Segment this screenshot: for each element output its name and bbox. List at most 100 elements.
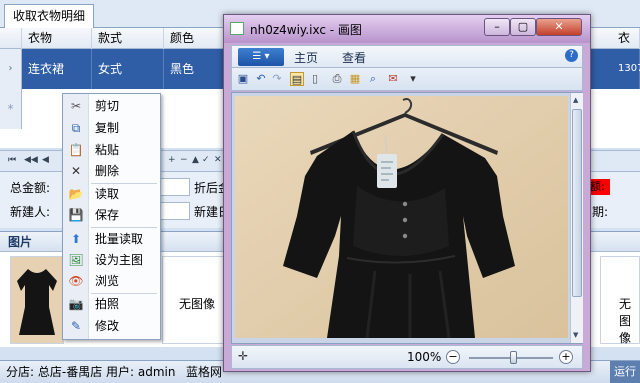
dress-thumbnail-image	[11, 257, 63, 343]
total-amount-label: 总金额:	[10, 181, 51, 195]
column-header-style[interactable]: 款式	[92, 28, 164, 49]
zoom-in-button[interactable]: +	[559, 350, 573, 364]
zoom-level: 100%	[407, 350, 442, 364]
zoom-out-button[interactable]: −	[446, 350, 460, 364]
help-icon[interactable]: ?	[565, 49, 578, 62]
zoom-slider-thumb[interactable]	[510, 351, 517, 364]
picture-slot-3[interactable]: 无图像	[600, 256, 640, 345]
scroll-up-icon[interactable]: ▲	[573, 96, 578, 104]
save-icon: 💾	[68, 208, 84, 222]
cut-icon: ✂	[70, 99, 82, 113]
vertical-scrollbar[interactable]: ▲ ▼	[570, 93, 583, 343]
ribbon-tab-bar: ☰ ▾ 主页 查看 ?	[231, 45, 583, 67]
menu-item-load[interactable]: 📂 读取	[63, 184, 160, 204]
paint-canvas-area[interactable]: ▲ ▼	[231, 92, 583, 344]
nav-up-button[interactable]: ▲	[192, 155, 199, 165]
open-folder-icon: 📂	[68, 187, 84, 201]
camera-icon: 📷	[68, 297, 84, 311]
row-indicator-icon: ›	[0, 49, 22, 89]
menu-item-label: 剪切	[95, 99, 120, 113]
menu-item-save[interactable]: 💾 保存	[63, 205, 160, 225]
scroll-down-icon[interactable]: ▼	[573, 331, 578, 339]
paint-app-icon[interactable]	[230, 22, 244, 35]
paste-icon: 📋	[68, 143, 84, 157]
new-document-icon[interactable]: ▯	[308, 72, 322, 86]
quick-access-toolbar: ▣ ↶ ↷ ▤ ▯ ⎙ ▦ ⌕ ✉ ▾	[231, 67, 583, 91]
menu-item-label: 粘贴	[95, 143, 120, 157]
menu-item-label: 删除	[95, 164, 120, 178]
tab-received-clothes[interactable]: 收取衣物明细	[4, 4, 95, 28]
scrollbar-thumb[interactable]	[572, 109, 582, 297]
status-user: 用户: admin	[106, 365, 176, 379]
print-icon[interactable]: ⎙	[330, 72, 344, 86]
print-preview-icon[interactable]: ⌕	[366, 72, 380, 86]
palette-icon[interactable]: ▤	[290, 72, 304, 86]
nav-remove-button[interactable]: −	[180, 155, 188, 165]
menu-item-label: 修改	[95, 319, 120, 333]
creator-field[interactable]	[160, 202, 190, 220]
new-row-indicator[interactable]: *	[0, 89, 22, 129]
paint-window-title: nh0z4wiy.ixc - 画图	[250, 23, 362, 37]
cell-extra[interactable]: 1307	[612, 49, 640, 89]
tab-home[interactable]: 主页	[294, 49, 318, 66]
nav-confirm-button[interactable]: ✓	[202, 155, 210, 165]
status-running: 运行	[610, 361, 640, 383]
creator-label: 新建人:	[10, 205, 51, 219]
paint-titlebar[interactable]: nh0z4wiy.ixc - 画图 – ▢ ✕	[224, 15, 590, 43]
menu-item-edit[interactable]: ✎ 修改	[63, 316, 160, 336]
email-icon[interactable]: ✉	[386, 72, 400, 86]
menu-item-cut[interactable]: ✂ 剪切	[63, 96, 160, 116]
menu-item-label: 拍照	[95, 297, 120, 311]
insert-image-icon[interactable]: ▦	[348, 72, 362, 86]
menu-item-batch-load[interactable]: ⬆ 批量读取	[63, 229, 160, 249]
close-button[interactable]: ✕	[536, 18, 582, 36]
batch-load-icon: ⬆	[70, 232, 82, 246]
total-amount-field[interactable]	[160, 178, 190, 196]
nav-prev-page-button[interactable]: ◀◀	[24, 155, 38, 165]
menu-item-paste[interactable]: 📋 粘贴	[63, 140, 160, 160]
menu-item-copy[interactable]: ⧉ 复制	[63, 118, 160, 138]
paint-status-bar: ✛ 100% − +	[231, 345, 583, 369]
menu-item-view[interactable]: 👁 浏览	[63, 271, 160, 291]
minimize-button[interactable]: –	[484, 18, 510, 36]
dress-photo[interactable]	[235, 96, 568, 338]
tab-view[interactable]: 查看	[342, 49, 366, 66]
picture-slot-2[interactable]: 无图像	[162, 256, 232, 344]
customize-toolbar-icon[interactable]: ▾	[406, 72, 420, 86]
menu-item-take-photo[interactable]: 📷 拍照	[63, 294, 160, 314]
menu-item-label: 读取	[95, 187, 120, 201]
cell-clothing[interactable]: 连衣裙	[22, 49, 92, 89]
image-context-menu: ✂ 剪切 ⧉ 复制 📋 粘贴 ✕ 删除 📂 读取 💾 保存 ⬆ 批量读取 🖼 设…	[62, 93, 161, 340]
delete-icon: ✕	[70, 164, 82, 178]
picture-thumbnail[interactable]	[10, 256, 64, 344]
no-image-label: 无图像	[179, 297, 216, 311]
menu-item-set-main-image[interactable]: 🖼 设为主图	[63, 250, 160, 270]
save-icon[interactable]: ▣	[236, 72, 250, 86]
cursor-position-icon: ✛	[238, 349, 249, 363]
paint-menu-button[interactable]: ☰ ▾	[238, 48, 284, 66]
status-company: 蓝格网	[186, 365, 223, 379]
set-main-image-icon: 🖼	[68, 253, 84, 267]
paint-window: nh0z4wiy.ixc - 画图 – ▢ ✕ ☰ ▾ 主页 查看 ? ▣ ↶ …	[223, 14, 591, 372]
menu-separator	[91, 227, 157, 228]
cell-style[interactable]: 女式	[92, 49, 164, 89]
status-branch: 分店: 总店-番禺店	[6, 365, 103, 379]
nav-cancel-button[interactable]: ✕	[214, 155, 222, 165]
nav-first-button[interactable]: ⏮	[8, 155, 16, 165]
nav-prev-button[interactable]: ◀	[42, 155, 49, 165]
maximize-button[interactable]: ▢	[510, 18, 536, 36]
menu-item-delete[interactable]: ✕ 删除	[63, 161, 160, 181]
menu-item-label: 复制	[95, 121, 120, 135]
zoom-slider[interactable]	[469, 351, 553, 364]
menu-item-label: 浏览	[95, 274, 120, 288]
no-image-label: 无图像	[619, 297, 632, 345]
menu-item-label: 批量读取	[95, 232, 144, 246]
copy-icon: ⧉	[71, 121, 81, 135]
redo-icon[interactable]: ↷	[270, 72, 284, 86]
undo-icon[interactable]: ↶	[254, 72, 268, 86]
column-header-extra[interactable]: 衣	[612, 28, 640, 49]
nav-add-button[interactable]: +	[168, 155, 176, 165]
view-icon: 👁	[68, 274, 84, 288]
column-header-clothing[interactable]: 衣物	[22, 28, 92, 49]
status-flag: 额:	[588, 179, 610, 195]
